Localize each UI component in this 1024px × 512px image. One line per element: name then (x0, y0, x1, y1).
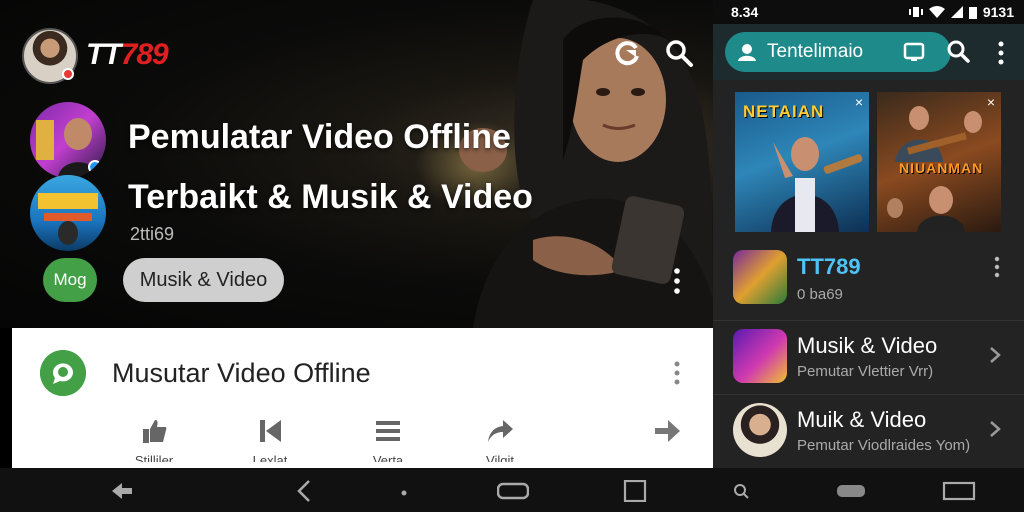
side-panel: 8.34 9131 Tentelimaio NETAIAN × NIUANMAN… (713, 0, 1024, 468)
video-card[interactable]: Musutar Video Offline Stilliler Lexlat V… (12, 328, 713, 468)
channel-avatar-1[interactable] (30, 102, 106, 178)
share-arrow-icon (488, 420, 513, 442)
live-dot-badge (62, 68, 74, 80)
more-vert-icon[interactable] (997, 40, 1005, 66)
hero-banner: TT789 Pemulatar Video Offline Terbaikt &… (0, 0, 713, 328)
list-item-title: Musik & Video (797, 333, 938, 358)
list-item-subtitle: Pemutar Viodlraides Yom) (797, 437, 971, 454)
signal-icon (950, 6, 963, 18)
chevron-right-icon[interactable] (989, 347, 1001, 363)
list-item-title: Muik & Video (797, 407, 927, 432)
skip-back-icon (260, 420, 281, 442)
dot-icon[interactable] (392, 480, 416, 502)
video-thumbnail-2[interactable]: NIUANMAN × (877, 92, 1001, 232)
search-icon[interactable] (730, 480, 754, 502)
status-time: 8.34 (731, 4, 759, 20)
app-icon-tt789 (733, 250, 787, 304)
search-pill-label: Tentelimaio (767, 41, 864, 62)
verified-badge (88, 160, 102, 174)
list-item[interactable]: TT789 0 ba69 (713, 246, 1024, 320)
hero-title-line-2: Terbaikt & Musik & Video (128, 178, 533, 216)
wifi-icon (928, 6, 945, 18)
list-item[interactable]: Musik & Video Pemutar Vlettier Vrr) (713, 320, 1024, 394)
menu-lines-icon (376, 421, 400, 441)
status-bar: 8.34 9131 (713, 0, 1024, 24)
brand-logo: TT789 (86, 38, 169, 71)
battery-icon (968, 6, 977, 19)
cast-icon[interactable] (903, 42, 925, 62)
back-arrow-icon[interactable] (110, 480, 134, 502)
channel-avatar-2[interactable] (30, 175, 106, 251)
app-bar: Tentelimaio (713, 24, 1024, 80)
video-thumbnail-1[interactable]: NETAIAN × (735, 92, 869, 232)
hero-subtitle: 2tti69 (130, 224, 175, 244)
more-vert-icon[interactable] (672, 360, 682, 386)
search-icon[interactable] (664, 38, 694, 68)
system-nav-bar (0, 468, 1024, 512)
home-pill-icon[interactable] (497, 480, 529, 502)
user-icon (738, 44, 756, 61)
thumbnail-1-title: NETAIAN (743, 102, 825, 121)
list-item-subtitle: 0 ba69 (797, 286, 843, 303)
thumbs-up-icon (143, 420, 167, 443)
status-right-text: 9131 (982, 4, 1014, 20)
status-icons: 9131 (908, 4, 1014, 20)
app-icon-musik-video (733, 329, 787, 383)
list-item[interactable]: Muik & Video Pemutar Viodlraides Yom) (713, 394, 1024, 468)
avatar (733, 403, 787, 457)
refresh-icon[interactable] (612, 38, 642, 68)
chevron-right-icon[interactable] (989, 421, 1001, 437)
close-icon[interactable]: × (855, 94, 863, 110)
back-chevron-icon[interactable] (293, 480, 317, 502)
share-action-button[interactable]: Vilgit (465, 416, 535, 468)
hero-title-line-1: Pemulatar Video Offline (128, 118, 511, 156)
menu-action-button[interactable]: Verta (353, 416, 423, 468)
vibrate-icon (908, 7, 923, 17)
more-vert-icon[interactable] (993, 256, 1001, 278)
card-title: Musutar Video Offline (112, 358, 371, 388)
home-pill-icon[interactable] (835, 480, 867, 502)
like-action-button[interactable]: Stilliler (119, 416, 189, 468)
chip-mog[interactable]: Mog (43, 258, 97, 302)
list-item-title: TT789 (797, 254, 861, 279)
recents-square-icon[interactable] (942, 480, 976, 502)
chat-bubble-icon (40, 350, 86, 396)
search-icon[interactable] (945, 38, 971, 64)
recents-square-icon[interactable] (623, 480, 647, 502)
channel-art-2 (38, 193, 98, 245)
previous-action-button[interactable]: Lexlat (235, 416, 305, 468)
chip-musik-video[interactable]: Musik & Video (123, 258, 284, 302)
list-item-subtitle: Pemutar Vlettier Vrr) (797, 363, 934, 380)
forward-arrow-icon (655, 420, 680, 442)
thumbnail-2-title: NIUANMAN (899, 160, 984, 176)
forward-action-button[interactable] (632, 416, 702, 468)
profile-avatar[interactable] (22, 28, 78, 84)
more-vert-icon[interactable] (672, 266, 682, 296)
search-pill[interactable]: Tentelimaio (725, 32, 951, 72)
close-icon[interactable]: × (987, 94, 995, 110)
